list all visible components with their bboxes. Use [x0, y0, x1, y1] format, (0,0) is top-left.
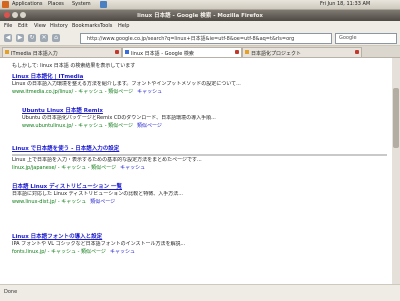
menu-help[interactable]: Help	[118, 23, 129, 29]
result-cache-link[interactable]: キャッシュ	[110, 249, 135, 255]
search-hint: もしかして: linux 日本語 の検索結果を表示しています	[12, 63, 136, 69]
result-snippet: Linux 上で日本語を入力・表示するための基本的な設定方法をまとめたページです…	[12, 157, 202, 163]
menu-edit[interactable]: Edit	[18, 23, 28, 29]
result-snippet: 日本語に対応した Linux ディストリビューションの比較と特徴、入手方法...	[12, 191, 183, 197]
result-url: linux.jp/japanese/ - キャッシュ - 類似ページ	[12, 165, 117, 171]
menu-view[interactable]: View	[34, 23, 46, 29]
search-result: Linux 日本語フォントの導入と設定 IPA フォントや VL ゴシックなど日…	[12, 232, 387, 255]
tab-favicon-icon	[245, 50, 249, 54]
menu-bar: File Edit View History Bookmarks Tools H…	[0, 21, 400, 31]
menu-file[interactable]: File	[4, 23, 12, 29]
divider	[12, 154, 387, 156]
menu-history[interactable]: History	[50, 23, 68, 29]
result-cache-link[interactable]: 類似ページ	[90, 199, 115, 205]
status-bar: Done	[0, 284, 400, 301]
tab-favicon-icon	[5, 50, 9, 54]
stop-button[interactable]: ✕	[40, 34, 48, 42]
search-result: 日本語 Linux ディストリビューション 一覧 日本語に対応した Linux …	[12, 182, 387, 205]
result-title[interactable]: Linux 日本語化 | ITmedia	[12, 72, 387, 80]
tab-label: 日本語化プロジェクト	[251, 51, 302, 57]
menu-tools[interactable]: Tools	[100, 23, 112, 29]
result-snippet: Linux の日本語入力環境を整える方法を紹介します。フォントやインプットメソッ…	[12, 81, 241, 87]
tab-close-icon[interactable]	[235, 50, 239, 54]
result-title[interactable]: Linux 日本語フォントの導入と設定	[12, 232, 387, 240]
places-menu[interactable]: Places	[48, 1, 64, 8]
menu-bookmarks[interactable]: Bookmarks	[72, 23, 100, 29]
window-titlebar[interactable]: linux 日本語 - Google 検索 - Mozilla Firefox	[0, 10, 400, 21]
tab-japanese-project[interactable]: 日本語化プロジェクト	[242, 47, 362, 57]
result-snippet: Ubuntu の日本語化パッケージとRemix CDのダウンロード、日本語環境の…	[22, 115, 216, 121]
top-panel: Applications Places System Fri Jun 18, 1…	[0, 0, 400, 10]
ubuntu-logo-icon[interactable]	[2, 1, 9, 8]
result-cache-link[interactable]: 類似ページ	[137, 123, 162, 129]
tab-close-icon[interactable]	[115, 50, 119, 54]
tab-bar: ITmedia 日本語入力 linux 日本語 - Google 検索 日本語化…	[0, 46, 400, 58]
status-text: Done	[4, 289, 18, 295]
tab-itmedia[interactable]: ITmedia 日本語入力	[2, 47, 122, 57]
search-result: Ubuntu Linux 日本語 Remix Ubuntu の日本語化パッケージ…	[22, 106, 382, 129]
reload-button[interactable]: ↻	[28, 34, 36, 42]
tab-label: ITmedia 日本語入力	[11, 51, 58, 57]
url-bar[interactable]: http://www.google.co.jp/search?q=linux+日…	[80, 33, 332, 44]
result-url: www.ubuntulinux.jp/ - キャッシュ - 類似ページ	[22, 123, 133, 129]
tab-favicon-icon	[125, 50, 129, 54]
applications-menu[interactable]: Applications	[12, 1, 43, 8]
result-title[interactable]: Ubuntu Linux 日本語 Remix	[22, 106, 382, 114]
result-cache-link[interactable]: キャッシュ	[137, 89, 162, 95]
tab-close-icon[interactable]	[355, 50, 359, 54]
search-placeholder: Google	[339, 35, 357, 41]
window-title: linux 日本語 - Google 検索 - Mozilla Firefox	[137, 13, 263, 19]
result-url: fonts.linux.jp/ - キャッシュ - 類似ページ	[12, 249, 106, 255]
result-title[interactable]: Linux で日本語を使う - 日本語入力の設定	[12, 144, 387, 152]
home-button[interactable]: ⌂	[52, 34, 60, 42]
back-button[interactable]: ◀	[4, 34, 12, 42]
search-bar[interactable]: Google	[335, 33, 397, 44]
vertical-scrollbar[interactable]	[392, 58, 400, 284]
result-title[interactable]: 日本語 Linux ディストリビューション 一覧	[12, 182, 387, 190]
navigation-toolbar: ◀ ▶ ↻ ✕ ⌂ http://www.google.co.jp/search…	[0, 31, 400, 46]
result-url: www.linux-dist.jp/ - キャッシュ	[12, 199, 87, 205]
url-text: http://www.google.co.jp/search?q=linux+日…	[87, 36, 295, 42]
search-result: Linux で日本語を使う - 日本語入力の設定 Linux 上で日本語を入力・…	[12, 144, 387, 171]
scrollbar-thumb[interactable]	[393, 88, 399, 148]
result-url: www.itmedia.co.jp/linux/ - キャッシュ - 類似ページ	[12, 89, 134, 95]
result-snippet: IPA フォントや VL ゴシックなど日本語フォントのインストール方法を解説..…	[12, 241, 186, 247]
system-menu[interactable]: System	[72, 1, 91, 8]
clock[interactable]: Fri Jun 18, 11:33 AM	[320, 1, 370, 8]
forward-button[interactable]: ▶	[16, 34, 24, 42]
firefox-launcher-icon[interactable]	[100, 1, 107, 8]
tab-label: linux 日本語 - Google 検索	[131, 51, 194, 57]
result-cache-link[interactable]: キャッシュ	[120, 165, 145, 171]
search-result: Linux 日本語化 | ITmedia Linux の日本語入力環境を整える方…	[12, 72, 387, 95]
tab-google-search[interactable]: linux 日本語 - Google 検索	[122, 47, 242, 57]
